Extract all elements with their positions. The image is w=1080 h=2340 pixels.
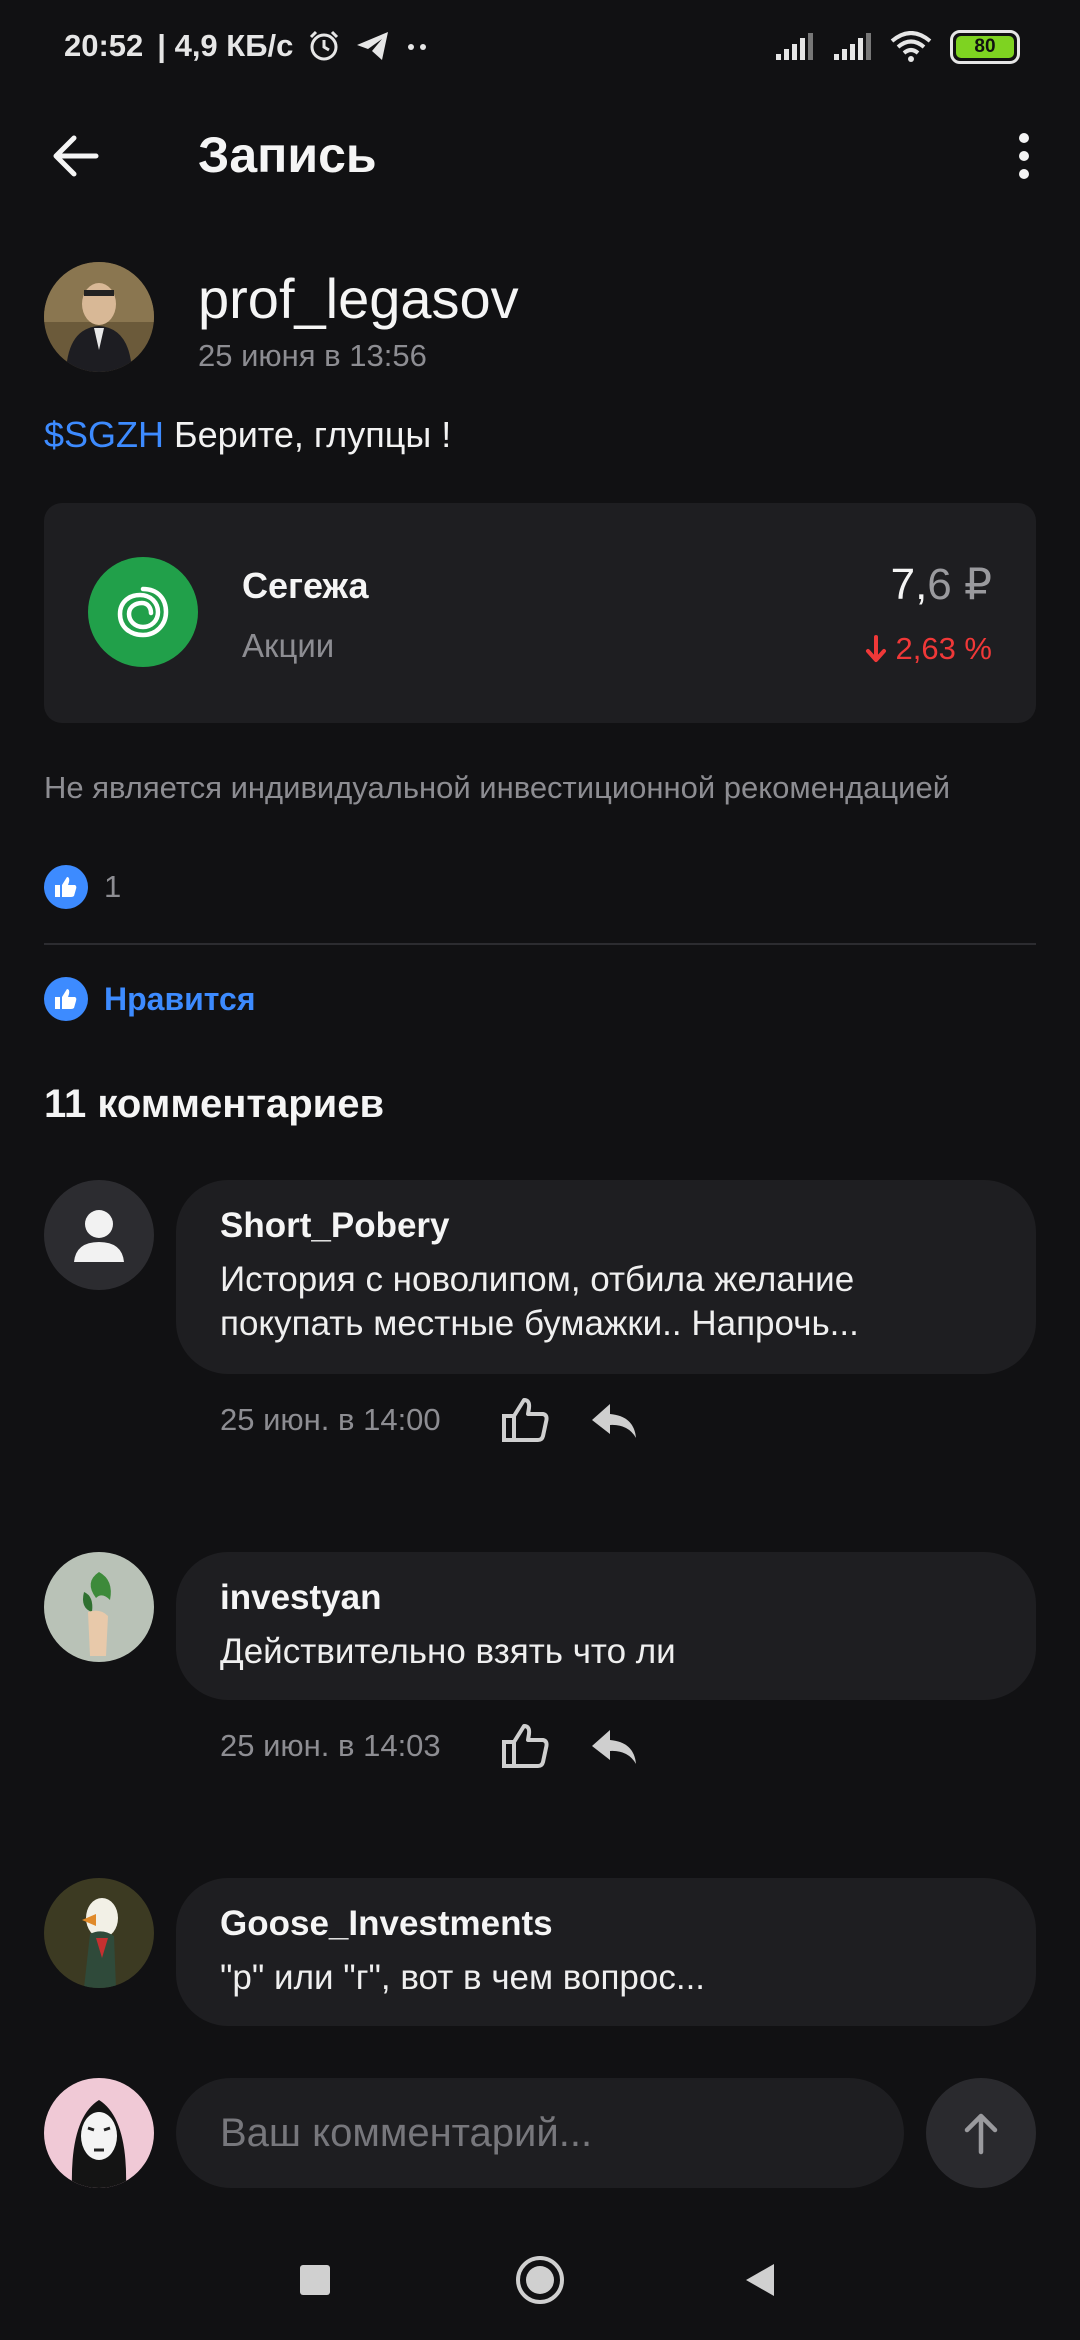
arrow-up-icon [964, 2113, 998, 2155]
system-nav-bar [0, 2220, 1080, 2340]
circle-icon [516, 2256, 564, 2304]
comment-avatar[interactable] [44, 1180, 154, 1290]
comment-time: 25 июн. в 14:03 [220, 1728, 441, 1763]
ticker-link[interactable]: $SGZH [44, 414, 164, 455]
back-arrow-icon [53, 135, 99, 177]
recents-button[interactable] [285, 2250, 345, 2310]
comment-meta: 25 июн. в 14:03 [220, 1718, 642, 1774]
page-title: Запись [198, 127, 377, 183]
status-right: 80 [774, 30, 1020, 64]
likes-summary[interactable]: 1 [44, 862, 121, 912]
battery-level: 80 [956, 36, 1014, 58]
stock-type: Акции [242, 627, 335, 664]
comment-time: 25 июн. в 14:00 [220, 1402, 441, 1437]
divider [44, 943, 1036, 945]
comment-input[interactable] [176, 2078, 904, 2188]
price-integer: 7, [890, 560, 928, 609]
comment-bubble[interactable]: investyan Действительно взять что ли [176, 1552, 1036, 1700]
comment-author[interactable]: investyan [220, 1578, 992, 1618]
change-value: 2,63 % [895, 631, 992, 666]
segezha-logo-icon [88, 557, 198, 667]
battery-icon: 80 [950, 30, 1020, 64]
comment-input-bar [0, 2060, 1080, 2200]
like-button-label: Нравится [104, 980, 256, 1017]
status-time: 20:52 [64, 28, 144, 63]
signal-icon [834, 33, 871, 60]
comment-text: покупать местные бумажки.. Напрочь... [220, 1304, 859, 1343]
reply-icon[interactable] [586, 1718, 642, 1774]
triangle-back-icon [746, 2264, 774, 2296]
status-left: 20:52 | 4,9 КБ/с [64, 28, 429, 64]
my-avatar [44, 2078, 154, 2188]
back-nav-button[interactable] [730, 2250, 790, 2310]
thumbs-up-icon [44, 865, 88, 909]
more-options-button[interactable] [1002, 124, 1046, 188]
comment-text: Действительно взять что ли [220, 1632, 676, 1671]
back-button[interactable] [44, 124, 108, 188]
comment-avatar[interactable] [44, 1552, 154, 1662]
disclaimer: Не является индивидуальной инвестиционно… [44, 770, 951, 805]
thumbs-up-outline-icon[interactable] [498, 1718, 554, 1774]
network-speed: | 4,9 КБ/с [157, 28, 294, 63]
price-currency: ₽ [951, 560, 992, 609]
thumbs-up-outline-icon[interactable] [498, 1392, 554, 1448]
app-bar: Запись [0, 110, 1080, 202]
comment-meta: 25 июн. в 14:00 [220, 1392, 642, 1448]
thumbs-up-icon [44, 977, 88, 1021]
post-text: $SGZH Берите, глупцы ! [44, 414, 451, 456]
more-dots-icon [408, 44, 427, 50]
square-icon [300, 2265, 330, 2295]
stock-change: 2,63 % [865, 631, 992, 667]
comment-bubble[interactable]: Goose_Investments "р" или "г", вот в чем… [176, 1878, 1036, 2026]
like-button[interactable]: Нравится [44, 974, 256, 1024]
arrow-down-icon [866, 635, 887, 662]
post-author[interactable]: prof_legasov [198, 266, 519, 331]
stock-price: 7,6 ₽ [891, 559, 992, 610]
comment-bubble[interactable]: Short_Pobery История с новолипом, отбила… [176, 1180, 1036, 1374]
status-bar: 20:52 | 4,9 КБ/с 80 [0, 0, 1080, 96]
wifi-icon [890, 31, 932, 62]
comments-heading: 11 комментариев [44, 1082, 385, 1126]
comment-text: История с новолипом, отбила желание [220, 1260, 855, 1299]
comment-author[interactable]: Goose_Investments [220, 1904, 992, 1944]
reply-icon[interactable] [586, 1392, 642, 1448]
author-avatar[interactable] [44, 262, 154, 372]
signal-icon [776, 33, 813, 60]
home-button[interactable] [510, 2250, 570, 2310]
send-button[interactable] [926, 2078, 1036, 2188]
comment-author[interactable]: Short_Pobery [220, 1206, 992, 1246]
post-date: 25 июня в 13:56 [198, 338, 427, 373]
comment-avatar[interactable] [44, 1878, 154, 1988]
post-body: Берите, глупцы ! [164, 414, 452, 455]
comment-text: "р" или "г", вот в чем вопрос... [220, 1958, 706, 1997]
price-decimal: 6 [927, 560, 952, 609]
stock-name: Сегежа [242, 565, 369, 606]
more-vertical-icon [1019, 133, 1029, 179]
likes-count: 1 [104, 869, 122, 904]
alarm-icon [310, 30, 339, 61]
telegram-icon [357, 32, 389, 60]
stock-card[interactable]: Сегежа Акции 7,6 ₽ 2,63 % [44, 503, 1036, 723]
